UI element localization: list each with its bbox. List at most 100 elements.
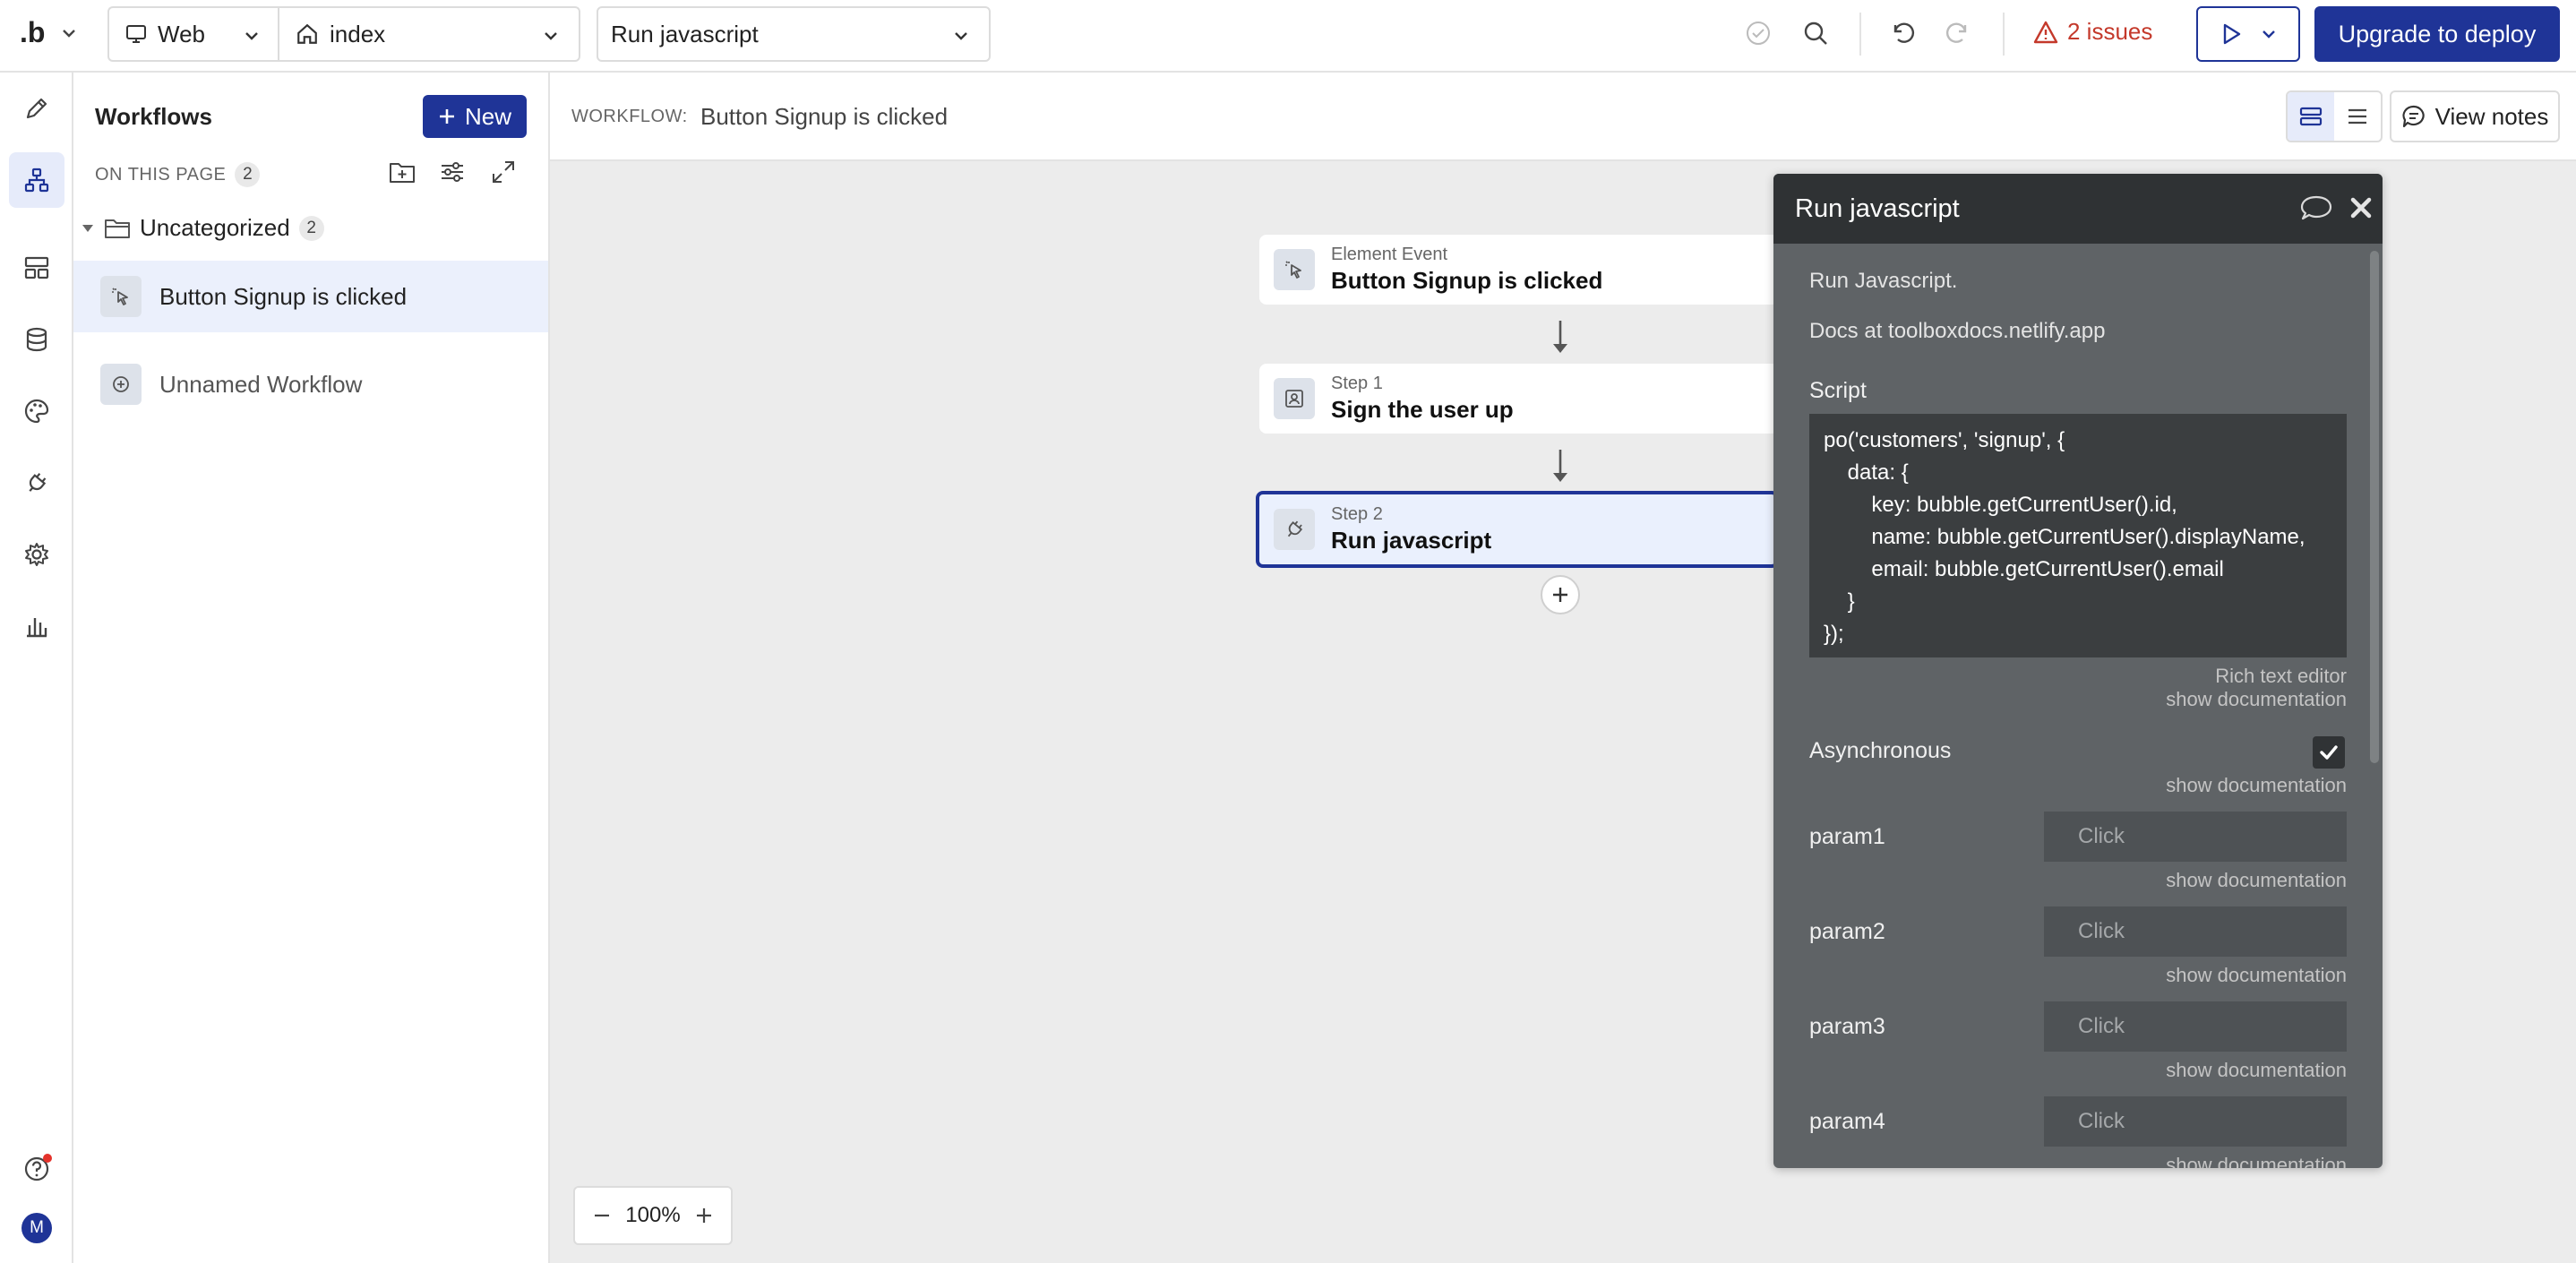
new-folder-icon[interactable] — [389, 159, 416, 185]
param-label: param3 — [1809, 1014, 1885, 1039]
chevron-down-icon — [2263, 30, 2275, 39]
chevron-down-icon[interactable] — [61, 25, 77, 41]
param-input[interactable]: Click — [2044, 906, 2347, 957]
workflow-item-label: Button Signup is clicked — [159, 282, 408, 310]
plus-icon — [1553, 588, 1567, 602]
step-node[interactable]: Step 1 Sign the user up — [1259, 364, 1779, 434]
rail-workflow-tab[interactable] — [9, 152, 64, 208]
plug-icon — [29, 473, 47, 492]
rail-styles-tab[interactable] — [9, 383, 64, 439]
rail-logs-tab[interactable] — [9, 598, 64, 654]
chevron-down-icon — [955, 32, 967, 40]
bar-chart-icon — [27, 618, 47, 638]
undo-icon[interactable] — [1888, 20, 1915, 47]
close-icon[interactable] — [2348, 195, 2374, 220]
gear-icon — [25, 543, 48, 566]
bubble-logo[interactable]: .b — [20, 16, 45, 49]
redo-icon[interactable] — [1945, 20, 1972, 47]
rail-settings-tab[interactable] — [9, 527, 64, 582]
canvas-view-button[interactable] — [2288, 92, 2334, 141]
rail-design-tab[interactable] — [9, 81, 64, 136]
folder-label: Uncategorized — [140, 214, 290, 241]
list-icon — [2348, 108, 2366, 125]
expand-icon[interactable] — [491, 159, 516, 185]
search-icon[interactable] — [1802, 20, 1829, 47]
check-circle-icon[interactable] — [1745, 20, 1772, 47]
script-editor[interactable]: po('customers', 'signup', { data: { key:… — [1809, 414, 2347, 657]
caret-down-icon — [82, 224, 93, 232]
issues-button[interactable]: 2 issues — [2033, 18, 2152, 46]
add-step-button[interactable] — [1541, 575, 1580, 614]
rich-text-editor-link[interactable]: Rich text editor — [2215, 665, 2347, 688]
zoom-out-icon[interactable] — [593, 1207, 611, 1224]
panel-scrollbar[interactable] — [2370, 251, 2379, 763]
show-documentation-link[interactable]: show documentation — [2166, 1154, 2347, 1168]
folder-uncategorized[interactable]: Uncategorized 2 — [81, 214, 324, 242]
workflows-sidebar: Workflows New ON THIS PAGE 2 Uncategoriz… — [73, 73, 550, 1263]
page-select[interactable]: index — [278, 6, 580, 62]
canvas-header: WORKFLOW: Button Signup is clicked View … — [550, 73, 2576, 161]
filter-sliders-icon[interactable] — [439, 159, 466, 185]
toolbar-divider — [1859, 13, 1861, 56]
plug-icon — [1274, 509, 1315, 550]
action-description: Run Javascript. — [1809, 269, 1958, 293]
platform-select[interactable]: Web — [107, 6, 279, 62]
top-bar: .b Web index Run javascript 2 issues Upg… — [0, 0, 2576, 73]
rail-layout-tab[interactable] — [9, 240, 64, 296]
layout-icon — [24, 256, 49, 279]
list-view-button[interactable] — [2334, 92, 2381, 141]
panel-body: Run Javascript. Docs at toolboxdocs.netl… — [1773, 244, 2383, 1168]
home-icon — [297, 23, 317, 44]
show-documentation-link[interactable]: show documentation — [2166, 869, 2347, 892]
warning-icon — [2033, 21, 2058, 43]
workflow-item[interactable]: Button Signup is clicked — [73, 261, 548, 332]
notification-dot — [43, 1154, 52, 1163]
folder-count: 2 — [298, 215, 324, 241]
new-workflow-button[interactable]: New — [423, 95, 527, 138]
left-icon-rail — [0, 73, 73, 1263]
view-notes-button[interactable]: View notes — [2390, 90, 2560, 142]
node-title: Button Signup is clicked — [1331, 267, 1603, 294]
workflow-label: WORKFLOW: — [571, 107, 688, 126]
zoom-control: 100% — [573, 1186, 733, 1245]
palette-icon — [24, 399, 49, 424]
monitor-icon — [126, 25, 146, 43]
sidebar-title: Workflows — [95, 103, 212, 130]
cursor-click-icon — [1274, 249, 1315, 290]
param-label: param4 — [1809, 1109, 1885, 1134]
rail-help-button[interactable] — [9, 1141, 64, 1197]
show-documentation-link[interactable]: show documentation — [2166, 774, 2347, 797]
zoom-in-icon[interactable] — [695, 1207, 713, 1224]
panel-title: Run javascript — [1795, 193, 1960, 223]
folder-icon — [105, 219, 130, 238]
show-documentation-link[interactable]: show documentation — [2166, 964, 2347, 987]
param-label: param1 — [1809, 824, 1885, 849]
upgrade-button[interactable]: Upgrade to deploy — [2314, 6, 2560, 62]
workflow-name[interactable]: Button Signup is clicked — [700, 103, 948, 131]
workflow-item-label: Unnamed Workflow — [159, 370, 363, 398]
avatar[interactable]: M — [21, 1213, 52, 1243]
step-node-selected[interactable]: Step 2 Run javascript — [1256, 491, 1779, 568]
panel-header[interactable]: Run javascript — [1773, 174, 2383, 244]
platform-label: Web — [158, 20, 205, 47]
show-documentation-link[interactable]: show documentation — [2166, 1059, 2347, 1082]
checkmark-icon — [2320, 745, 2338, 760]
note-bubble-icon — [2402, 105, 2425, 128]
rail-data-tab[interactable] — [9, 312, 64, 367]
param-input[interactable]: Click — [2044, 1001, 2347, 1052]
page-label: index — [330, 20, 386, 47]
workflow-item[interactable]: Unnamed Workflow — [73, 348, 548, 420]
param-input[interactable]: Click — [2044, 1096, 2347, 1147]
event-node[interactable]: Element Event Button Signup is clicked — [1259, 235, 1779, 305]
node-type: Step 2 — [1331, 504, 1383, 524]
show-documentation-link[interactable]: show documentation — [2166, 688, 2347, 711]
param-input[interactable]: Click — [2044, 812, 2347, 862]
workflow-icon — [24, 168, 49, 193]
node-type: Element Event — [1331, 245, 1448, 264]
rail-plugins-tab[interactable] — [9, 455, 64, 511]
element-search-select[interactable]: Run javascript — [597, 6, 991, 62]
preview-button[interactable] — [2196, 6, 2300, 62]
asynchronous-checkbox[interactable] — [2313, 736, 2345, 769]
issues-label: 2 issues — [2067, 18, 2153, 45]
comment-icon[interactable] — [2298, 193, 2334, 222]
